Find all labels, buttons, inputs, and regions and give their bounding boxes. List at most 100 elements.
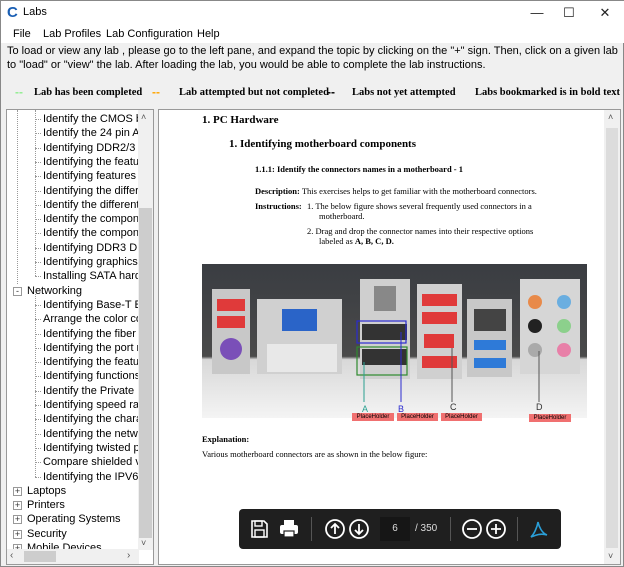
tree-lab-item[interactable]: Identifying speed ra [43,398,139,412]
figure-label-d: D [536,402,543,412]
tree-category-printers[interactable]: Printers [27,498,65,512]
zoom-in-icon[interactable] [484,517,508,541]
tree-lab-item[interactable]: Identifying DDR2/3 , [43,141,141,155]
scroll-down-icon[interactable]: ˅ [608,551,613,561]
explanation-label: Explanation: [202,434,250,444]
expand-category-icon[interactable]: + [13,486,22,496]
lab-tree[interactable]: Identify the CMOS ba Identify the 24 pin … [6,109,154,565]
minimize-button[interactable]: — [521,1,553,25]
pdf-toolbar: 6 / 350 [239,509,561,549]
instruction-1: 1. The below figure shows several freque… [307,201,532,211]
adobe-acrobat-icon[interactable] [527,517,551,541]
previous-page-icon[interactable] [323,517,347,541]
menu-lab-profiles[interactable]: Lab Profiles [43,28,101,40]
explanation-text: Various motherboard connectors are as sh… [202,449,428,459]
tree-lab-item[interactable]: Arrange the color co [43,312,142,326]
document-vertical-scrollbar[interactable]: ˄ ˅ [604,110,620,564]
save-icon[interactable] [247,517,271,541]
tree-connector [35,110,36,277]
next-page-icon[interactable] [347,517,371,541]
title-bar: C Labs — ☐ ✕ [1,1,624,25]
tree-lab-item[interactable]: Identifying graphics [43,255,138,269]
lab-document-viewer[interactable]: 1. PC Hardware 1. Identifying motherboar… [158,109,621,565]
doc-heading-1: 1. PC Hardware [202,114,279,126]
tree-scroll-thumb[interactable] [139,208,152,538]
maximize-button[interactable]: ☐ [553,1,585,25]
description-label: Description: [255,186,300,196]
zoom-out-icon[interactable] [460,517,484,541]
tree-lab-item[interactable]: Identify the 24 pin AT [43,126,146,140]
tree-lab-item[interactable]: Identifying the featur [43,355,143,369]
tree-lab-item[interactable]: Identify the CMOS ba [43,112,148,126]
tree-lab-item[interactable]: Installing SATA hard [43,269,141,283]
tree-lab-item[interactable]: Identifying functions [43,369,140,383]
scroll-up-icon[interactable]: ˄ [608,112,613,122]
tree-lab-item[interactable]: Identifying the netwo [43,427,144,441]
placeholder-drop-c[interactable]: PlaceHolder [441,413,482,421]
placeholder-drop-a[interactable]: PlaceHolder [352,413,394,421]
tree-lab-item[interactable]: Identifying the differe [43,184,145,198]
tree-lab-item[interactable]: Identifying the featur [43,155,143,169]
scroll-up-icon[interactable]: ˄ [141,112,146,122]
tree-category-security[interactable]: Security [27,527,67,541]
instruction-2: 2. Drag and drop the connector names int… [307,226,534,236]
tree-lab-item[interactable]: Identifying twisted pa [43,441,146,455]
legend-not-attempted: Labs not yet attempted [352,87,456,98]
tree-horizontal-scrollbar[interactable]: ‹ › [7,549,139,564]
instruction-2-cont: labeled as A, B, C, D. [319,236,394,246]
tree-lab-item[interactable]: Identifying the chara [43,412,142,426]
menu-file[interactable]: File [13,28,31,40]
tree-lab-item[interactable]: Identify the different l [43,198,145,212]
instruction-2-options: A, B, C, D. [354,236,394,246]
tree-category-laptops[interactable]: Laptops [27,484,66,498]
tree-lab-item[interactable]: Identifying the fiber c [43,327,145,341]
menu-bar: File Lab Profiles Lab Configuration Help [1,25,624,43]
tree-lab-item[interactable]: Identify the compone [43,212,145,226]
toolbar-divider [311,517,312,541]
scroll-left-icon[interactable]: ‹ [10,550,13,561]
tree-vertical-scrollbar[interactable]: ˄ ˅ [138,110,153,550]
tree-lab-item[interactable]: Identify the compone [43,226,145,240]
legend-bookmarked: Labs bookmarked is in bold text [475,87,620,98]
document-scroll-thumb[interactable] [606,128,618,548]
toolbar-divider [517,517,518,541]
tree-lab-item[interactable]: Identifying features c [43,169,145,183]
expand-category-icon[interactable]: + [13,515,22,525]
tree-lab-item[interactable]: Identify the Private IF [43,384,147,398]
figure-label-c: C [450,402,457,412]
legend-completed-marker: -- [15,85,23,99]
tree-lab-item[interactable]: Identifying Base-T E [43,298,142,312]
close-button[interactable]: ✕ [589,1,621,25]
tree-connector [35,293,36,477]
doc-heading-3: 1.1.1: Identify the connectors names in … [255,164,463,174]
scroll-right-icon[interactable]: › [127,550,130,561]
motherboard-connectors-figure: A B C D [202,264,587,418]
tree-category-operating-systems[interactable]: Operating Systems [27,512,121,526]
tree-lab-item[interactable]: Identifying the port n [43,341,143,355]
menu-help[interactable]: Help [197,28,220,40]
print-icon[interactable] [277,517,301,541]
tree-lab-item[interactable]: Identifying the IPV6 I [43,470,145,484]
scroll-down-icon[interactable]: ˅ [141,538,146,548]
doc-heading-2: 1. Identifying motherboard components [229,138,417,150]
expand-category-icon[interactable]: + [13,529,22,539]
doc-description: Description: This exercises helps to get… [255,186,537,196]
instruction-2-prefix: labeled as [319,236,355,246]
tree-hscroll-thumb[interactable] [24,551,56,562]
collapse-networking-icon[interactable]: - [13,286,22,296]
tree-connector [35,276,41,278]
tree-lab-item[interactable]: Compare shielded v [43,455,141,469]
total-pages: / 350 [415,523,438,534]
legend-attempted-marker: -- [152,85,160,99]
instructions-text: To load or view any lab , please go to t… [7,45,618,71]
tree-lab-item[interactable]: Identifying DDR3 DIN [43,241,148,255]
toolbar-divider [450,517,451,541]
window-title: Labs [23,6,47,18]
app-c-logo-icon: C [7,4,18,21]
placeholder-drop-b[interactable]: PlaceHolder [397,413,438,421]
placeholder-drop-d[interactable]: PlaceHolder [529,414,571,422]
page-number-input[interactable]: 6 [380,517,410,541]
expand-category-icon[interactable]: + [13,501,22,511]
tree-connector [17,110,18,284]
menu-lab-configuration[interactable]: Lab Configuration [106,28,193,40]
